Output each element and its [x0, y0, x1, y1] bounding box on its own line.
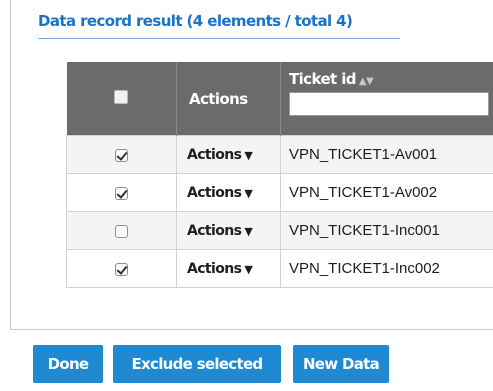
caret-down-icon: ▼ [244, 262, 253, 276]
row-select-checkbox[interactable] [115, 224, 128, 238]
table-row: Actions ▼ VPN_TICKET1-Av002 [66, 173, 493, 212]
row-actions-label: Actions [187, 260, 242, 277]
row-actions-menu[interactable]: Actions ▼ [176, 249, 281, 288]
ticket-id-cell: VPN_TICKET1-Av001 [280, 135, 493, 174]
ticket-id-header[interactable]: Ticket id ▲▼ [280, 62, 493, 136]
row-actions-menu[interactable]: Actions ▼ [176, 173, 281, 212]
row-select-cell [66, 135, 177, 174]
table-header-row: Actions Ticket id ▲▼ [66, 62, 493, 136]
table-row: Actions ▼ VPN_TICKET1-Av001 [66, 135, 493, 174]
exclude-selected-button[interactable]: Exclude selected [113, 345, 281, 383]
caret-down-icon: ▼ [244, 148, 253, 162]
ticket-id-header-label: Ticket id [289, 70, 356, 88]
results-table: Actions Ticket id ▲▼ Actions ▼ VPN_TICKET1-… [66, 62, 493, 288]
ticket-id-cell: VPN_TICKET1-Av002 [280, 173, 493, 212]
sort-icon[interactable]: ▲▼ [359, 76, 374, 87]
row-actions-menu[interactable]: Actions ▼ [176, 211, 281, 250]
row-actions-label: Actions [187, 184, 242, 201]
select-all-checkbox[interactable] [114, 89, 129, 104]
row-actions-label: Actions [187, 222, 242, 239]
row-select-cell [66, 211, 177, 250]
table-row: Actions ▼ VPN_TICKET1-Inc001 [66, 211, 493, 250]
row-select-checkbox[interactable] [115, 262, 128, 276]
row-select-cell [66, 173, 177, 212]
done-button[interactable]: Done [33, 345, 103, 383]
row-select-cell [66, 249, 177, 288]
row-select-checkbox[interactable] [115, 186, 128, 200]
ticket-id-cell: VPN_TICKET1-Inc001 [280, 211, 493, 250]
ticket-id-cell: VPN_TICKET1-Inc002 [280, 249, 493, 288]
new-data-button[interactable]: New Data [293, 345, 389, 383]
title-underline [38, 38, 400, 39]
panel-title: Data record result (4 elements / total 4… [38, 12, 353, 30]
select-all-header [66, 62, 177, 136]
row-select-checkbox[interactable] [115, 148, 128, 162]
actions-header: Actions [176, 62, 281, 136]
caret-down-icon: ▼ [244, 186, 253, 200]
table-row: Actions ▼ VPN_TICKET1-Inc002 [66, 249, 493, 288]
ticket-id-filter-input[interactable] [289, 92, 489, 116]
row-actions-label: Actions [187, 146, 242, 163]
caret-down-icon: ▼ [244, 224, 253, 238]
row-actions-menu[interactable]: Actions ▼ [176, 135, 281, 174]
